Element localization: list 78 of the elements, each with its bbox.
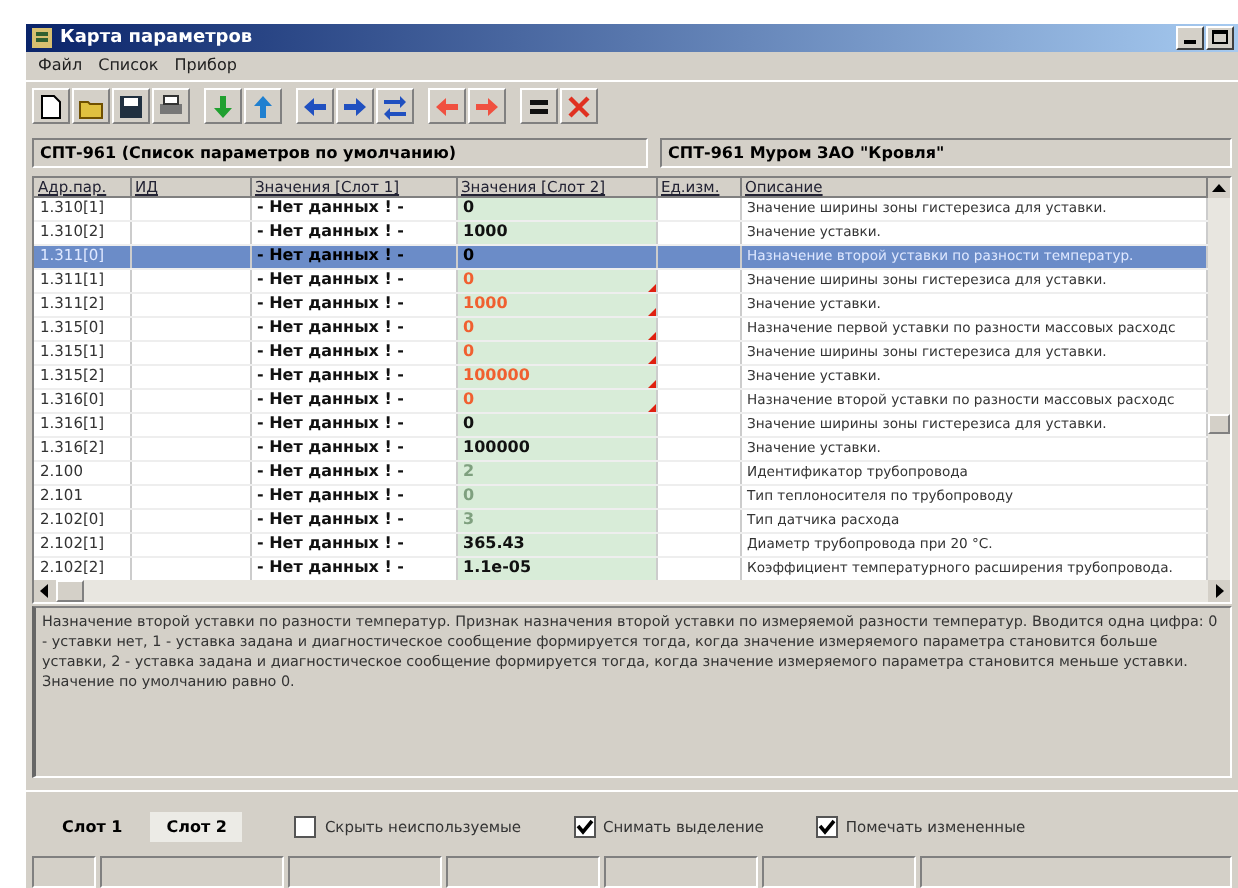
slot-tab[interactable]: Слот 2 bbox=[150, 812, 243, 842]
slot2-cell: 1000 bbox=[456, 292, 656, 317]
slot2-cell: 3 bbox=[456, 508, 656, 533]
slot2-cell: 365.43 bbox=[456, 532, 656, 557]
slot1-cell: - Нет данных ! - bbox=[250, 316, 456, 341]
slot1-cell: - Нет данных ! - bbox=[250, 364, 456, 389]
minimize-button[interactable] bbox=[1176, 25, 1204, 50]
changed-marker-icon bbox=[647, 283, 654, 291]
menu-item[interactable]: Файл bbox=[38, 55, 83, 77]
slot2-cell: 0 bbox=[456, 484, 656, 509]
slot1-cell: - Нет данных ! - bbox=[250, 268, 456, 293]
toolbar-button[interactable] bbox=[112, 88, 150, 125]
scroll-up-icon[interactable] bbox=[1208, 177, 1230, 198]
print-icon bbox=[158, 93, 184, 120]
menu-item[interactable]: Прибор bbox=[174, 55, 237, 77]
toolbar-button[interactable] bbox=[72, 88, 110, 125]
maximize-button[interactable] bbox=[1206, 25, 1234, 50]
slot2-cell: 2 bbox=[456, 460, 656, 485]
slot1-cell: - Нет данных ! - bbox=[250, 292, 456, 317]
toolbar-button[interactable] bbox=[296, 88, 334, 125]
slot1-cell: - Нет данных ! - bbox=[250, 532, 456, 557]
right-arrow-icon bbox=[474, 93, 500, 120]
window-title: Карта параметров bbox=[60, 27, 253, 48]
checkbox[interactable] bbox=[573, 816, 596, 838]
scroll-thumb[interactable] bbox=[56, 579, 84, 602]
checkbox[interactable] bbox=[815, 816, 838, 838]
slot1-cell: - Нет данных ! - bbox=[250, 508, 456, 533]
slot2-cell: 100000 bbox=[456, 364, 656, 389]
toolbar-button[interactable] bbox=[32, 88, 70, 125]
slot2-cell: 0 bbox=[456, 388, 656, 413]
maximize-icon bbox=[1212, 30, 1228, 45]
left-arrow-icon bbox=[434, 93, 460, 120]
scroll-left-icon[interactable] bbox=[34, 579, 56, 602]
changed-marker-icon bbox=[647, 355, 654, 363]
slot2-cell: 0 bbox=[456, 244, 656, 269]
slot1-cell: - Нет данных ! - bbox=[250, 244, 456, 269]
list-header: СПТ-961 (Список параметров по умолчанию) bbox=[32, 137, 648, 168]
save-icon bbox=[118, 93, 144, 120]
slot1-cell: - Нет данных ! - bbox=[250, 388, 456, 413]
slot1-cell: - Нет данных ! - bbox=[250, 412, 456, 437]
device-header: СПТ-961 Муром ЗАО "Кровля" bbox=[660, 137, 1232, 168]
changed-marker-icon bbox=[647, 331, 654, 339]
scroll-right-icon[interactable] bbox=[1208, 579, 1230, 602]
changed-marker-icon bbox=[647, 403, 654, 411]
app-icon bbox=[30, 25, 54, 50]
slot2-cell: 0 bbox=[456, 340, 656, 365]
slot1-cell: - Нет данных ! - bbox=[250, 196, 456, 221]
down-arrow-icon bbox=[210, 93, 236, 120]
swap-arrows-icon bbox=[382, 93, 408, 120]
scroll-thumb[interactable] bbox=[1208, 413, 1230, 434]
toolbar-button[interactable] bbox=[520, 88, 558, 125]
changed-marker-icon bbox=[647, 307, 654, 315]
slot2-cell: 1000 bbox=[456, 220, 656, 245]
menu-item[interactable]: Список bbox=[98, 55, 159, 77]
slot1-cell: - Нет данных ! - bbox=[250, 220, 456, 245]
toolbar-button[interactable] bbox=[376, 88, 414, 125]
slot1-cell: - Нет данных ! - bbox=[250, 460, 456, 485]
status-panel bbox=[32, 856, 96, 888]
horizontal-scrollbar[interactable] bbox=[34, 579, 1230, 602]
right-arrow-icon bbox=[342, 93, 368, 120]
slot2-cell: 0 bbox=[456, 316, 656, 341]
slot2-cell: 0 bbox=[456, 412, 656, 437]
up-arrow-icon bbox=[250, 93, 276, 120]
vertical-scrollbar[interactable] bbox=[1208, 177, 1230, 580]
toolbar-button[interactable] bbox=[152, 88, 190, 125]
left-arrow-icon bbox=[302, 93, 328, 120]
slot2-cell: 100000 bbox=[456, 436, 656, 461]
slot1-cell: - Нет данных ! - bbox=[250, 484, 456, 509]
slot2-cell: 0 bbox=[456, 196, 656, 221]
changed-marker-icon bbox=[647, 379, 654, 387]
slot2-cell: 1.1e-05 bbox=[456, 556, 656, 580]
toolbar-button[interactable] bbox=[336, 88, 374, 125]
slot1-cell: - Нет данных ! - bbox=[250, 436, 456, 461]
checkbox[interactable] bbox=[294, 816, 317, 838]
slot1-cell: - Нет данных ! - bbox=[250, 340, 456, 365]
new-file-icon bbox=[38, 93, 64, 120]
close-icon bbox=[566, 93, 592, 120]
slot2-cell: 0 bbox=[456, 268, 656, 293]
